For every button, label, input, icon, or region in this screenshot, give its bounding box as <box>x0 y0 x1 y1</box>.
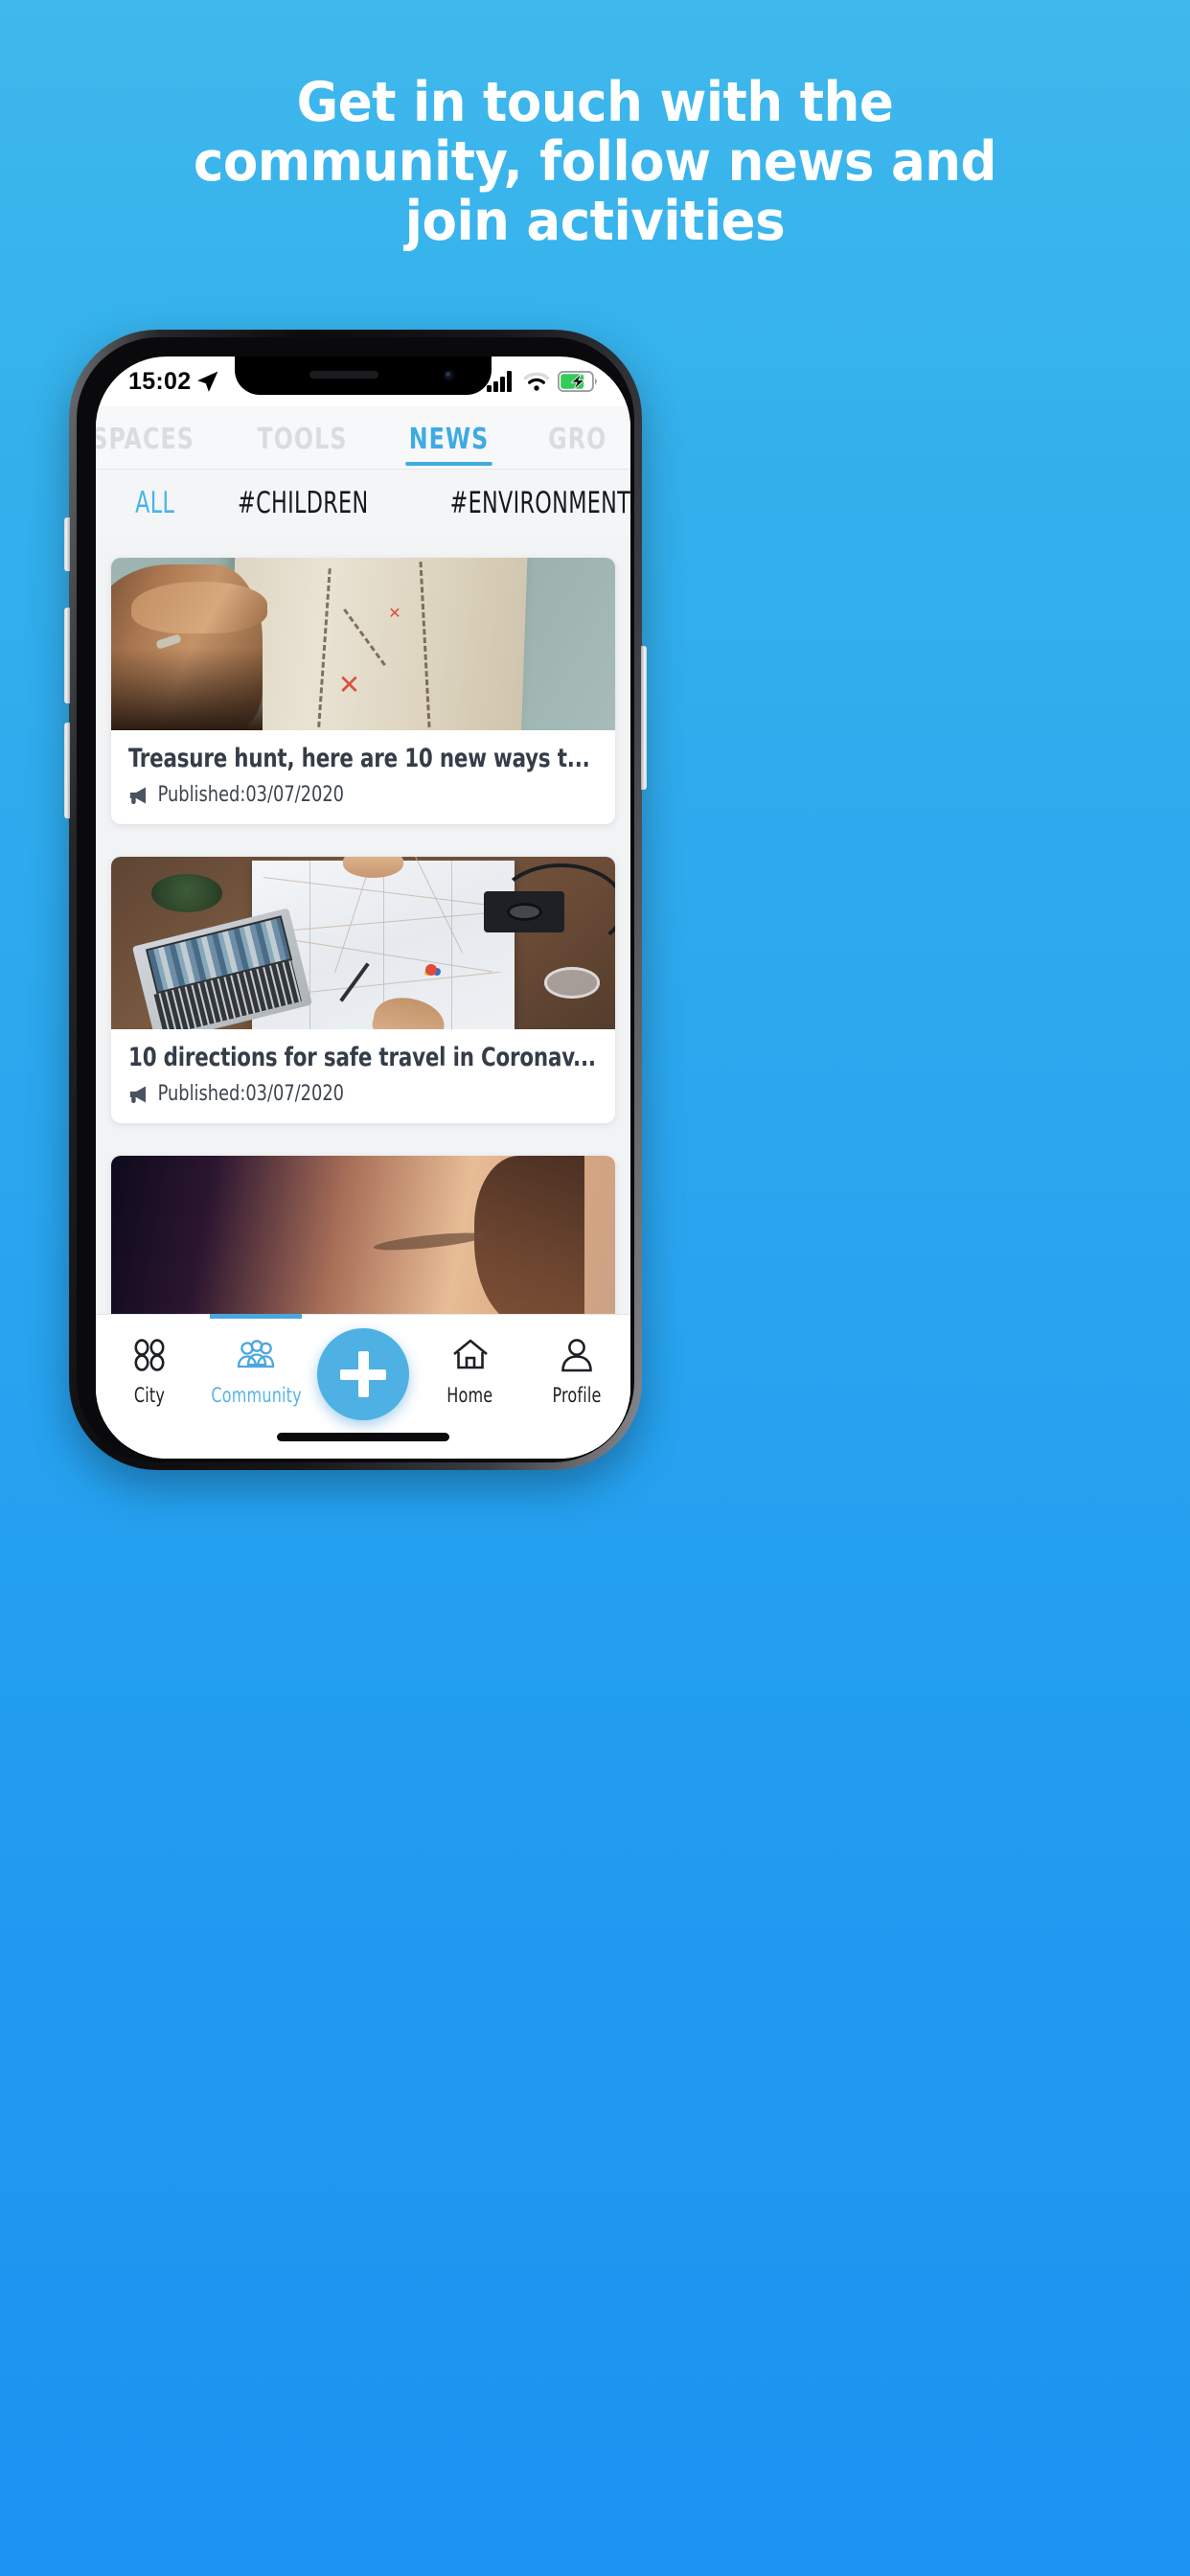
filter-environment[interactable]: #ENVIRONMENT <box>433 486 630 520</box>
nav-label-profile: Profile <box>552 1383 602 1407</box>
hand-on-treasure-map-photo: ✕ ✕ <box>111 558 615 730</box>
phone-notch <box>235 356 492 395</box>
news-card-meta: Published:03/07/2020 <box>128 1082 551 1106</box>
mute-switch[interactable] <box>64 518 70 571</box>
battery-charging-icon <box>558 371 598 392</box>
news-card-body: Treasure hunt, here are 10 new ways t...… <box>111 730 615 824</box>
tab-tools[interactable]: TOOLS <box>236 423 370 470</box>
top-tab-bar[interactable]: SPACES TOOLS NEWS GRO <box>96 406 630 470</box>
news-card-title: Treasure hunt, here are 10 new ways t... <box>128 744 590 773</box>
status-bar-time: 15:02 <box>128 367 192 395</box>
people-group-icon <box>235 1335 277 1375</box>
location-arrow-icon <box>197 371 218 392</box>
status-bar-left: 15:02 <box>128 368 219 396</box>
nav-label-city: City <box>133 1383 165 1407</box>
status-bar-right <box>487 371 598 392</box>
house-icon <box>450 1335 491 1375</box>
news-card[interactable]: 10 directions for safe travel in Coronav… <box>111 857 615 1123</box>
add-button[interactable] <box>317 1328 409 1420</box>
filter-children[interactable]: #CHILDREN <box>221 486 386 520</box>
bottom-navigation-bar[interactable]: City Community Home Profile <box>96 1314 630 1459</box>
news-card[interactable]: ✕ ✕ Treasure hunt, here are 10 new ways … <box>111 558 615 824</box>
news-card-published: Published:03/07/2020 <box>157 783 345 807</box>
megaphone-icon <box>129 1086 146 1103</box>
promo-headline-line-2: community, follow news and <box>193 130 997 194</box>
nav-item-profile[interactable]: Profile <box>523 1315 630 1426</box>
news-card-title: 10 directions for safe travel in Coronav… <box>128 1043 596 1072</box>
wifi-icon <box>523 372 550 391</box>
close-up-face-photo <box>111 1156 615 1328</box>
phone-screen: 15:02 SPACES TOOLS NEWS GRO ALL #CHILDRE… <box>96 356 630 1459</box>
phone-mockup: 15:02 SPACES TOOLS NEWS GRO ALL #CHILDRE… <box>64 330 647 1470</box>
phone-bezel: 15:02 SPACES TOOLS NEWS GRO ALL #CHILDRE… <box>77 337 634 1462</box>
promo-headline-line-1: Get in touch with the <box>296 71 894 134</box>
tab-bar-divider <box>96 469 630 470</box>
four-circles-grid-icon <box>130 1335 169 1375</box>
volume-up-button[interactable] <box>64 608 70 703</box>
tab-groups[interactable]: GRO <box>527 423 629 470</box>
nav-item-community[interactable]: Community <box>203 1314 310 1426</box>
promo-headline: Get in touch with the community, follow … <box>41 73 1148 251</box>
desk-with-paper-map-and-laptop-photo <box>111 857 615 1029</box>
news-card-body: 10 directions for safe travel in Coronav… <box>111 1029 615 1123</box>
filter-all[interactable]: ALL <box>119 486 192 520</box>
power-button[interactable] <box>641 646 647 790</box>
news-card-meta: Published:03/07/2020 <box>128 783 551 807</box>
hashtag-filter-bar[interactable]: ALL #CHILDREN #ENVIRONMENT <box>96 470 630 537</box>
volume-down-button[interactable] <box>64 723 70 818</box>
nav-item-home[interactable]: Home <box>417 1315 524 1426</box>
earpiece-speaker <box>309 371 378 379</box>
megaphone-icon <box>129 787 146 804</box>
nav-item-city[interactable]: City <box>96 1315 203 1426</box>
front-camera <box>443 369 455 381</box>
promo-headline-line-3: join activities <box>404 190 786 253</box>
tab-spaces[interactable]: SPACES <box>96 423 217 470</box>
app-store-promo-screenshot: Get in touch with the community, follow … <box>0 0 1190 2576</box>
news-card-published: Published:03/07/2020 <box>157 1082 345 1106</box>
nav-label-community: Community <box>211 1383 302 1407</box>
nav-label-home: Home <box>446 1383 493 1407</box>
nav-active-indicator <box>210 1314 303 1319</box>
home-indicator[interactable] <box>277 1433 449 1441</box>
person-icon <box>558 1335 596 1375</box>
tab-news[interactable]: NEWS <box>387 423 511 470</box>
